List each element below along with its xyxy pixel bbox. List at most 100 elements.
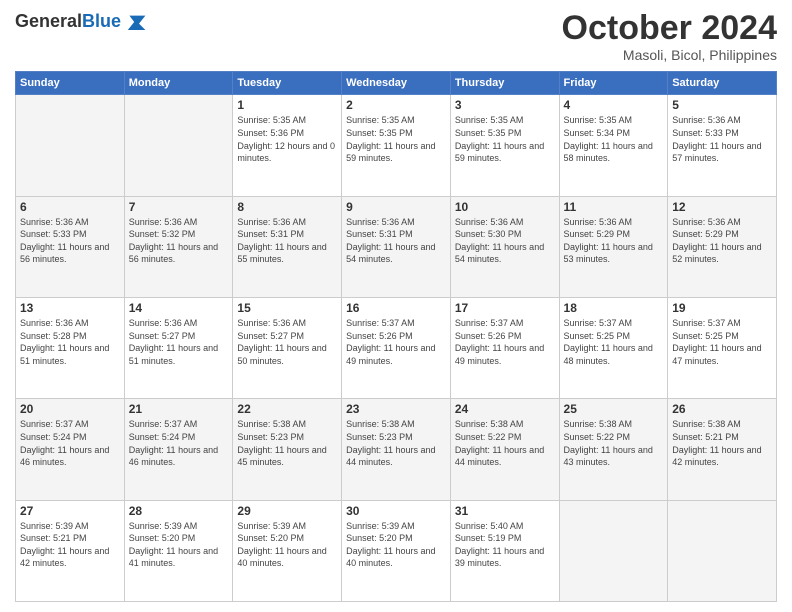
day-number: 9 (346, 200, 446, 214)
calendar-cell: 3Sunrise: 5:35 AMSunset: 5:35 PMDaylight… (450, 95, 559, 196)
day-info: Sunrise: 5:38 AMSunset: 5:23 PMDaylight:… (346, 418, 446, 468)
day-number: 6 (20, 200, 120, 214)
location: Masoli, Bicol, Philippines (562, 47, 777, 63)
calendar-cell: 27Sunrise: 5:39 AMSunset: 5:21 PMDayligh… (16, 500, 125, 601)
calendar-cell: 12 Sunrise: 5:36 AMSunset: 5:29 PMDayligh… (668, 196, 777, 297)
calendar-cell: 25 Sunrise: 5:38 AMSunset: 5:22 PMDayligh… (559, 399, 668, 500)
calendar-cell: 14 Sunrise: 5:36 AMSunset: 5:27 PMDayligh… (124, 298, 233, 399)
week-row-4: 20 Sunrise: 5:37 AMSunset: 5:24 PMDayligh… (16, 399, 777, 500)
day-number: 30 (346, 504, 446, 518)
day-info: Sunrise: 5:35 AMSunset: 5:34 PMDaylight:… (564, 114, 664, 164)
day-info: Sunrise: 5:36 AMSunset: 5:32 PMDaylight:… (129, 216, 229, 266)
calendar-cell (668, 500, 777, 601)
calendar-table: Sunday Monday Tuesday Wednesday Thursday… (15, 71, 777, 602)
week-row-2: 6 Sunrise: 5:36 AMSunset: 5:33 PMDaylight… (16, 196, 777, 297)
day-number: 11 (564, 200, 664, 214)
day-info: Sunrise: 5:38 AMSunset: 5:22 PMDaylight:… (564, 418, 664, 468)
calendar-cell: 5 Sunrise: 5:36 AMSunset: 5:33 PMDaylight… (668, 95, 777, 196)
calendar-cell: 2 Sunrise: 5:35 AMSunset: 5:35 PMDaylight… (342, 95, 451, 196)
logo-general: General (15, 11, 82, 31)
calendar-cell: 29 Sunrise: 5:39 AMSunset: 5:20 PMDayligh… (233, 500, 342, 601)
calendar-cell: 7 Sunrise: 5:36 AMSunset: 5:32 PMDaylight… (124, 196, 233, 297)
header: GeneralBlue October 2024 Masoli, Bicol, … (15, 10, 777, 63)
day-number: 28 (129, 504, 229, 518)
day-number: 5 (672, 98, 772, 112)
day-number: 2 (346, 98, 446, 112)
week-row-3: 13Sunrise: 5:36 AMSunset: 5:28 PMDayligh… (16, 298, 777, 399)
calendar-cell (124, 95, 233, 196)
day-number: 13 (20, 301, 120, 315)
calendar-cell: 23 Sunrise: 5:38 AMSunset: 5:23 PMDayligh… (342, 399, 451, 500)
month-title: October 2024 (562, 10, 777, 47)
day-info: Sunrise: 5:37 AMSunset: 5:24 PMDaylight:… (20, 418, 120, 468)
day-number: 1 (237, 98, 337, 112)
header-monday: Monday (124, 72, 233, 95)
calendar-cell: 30 Sunrise: 5:39 AMSunset: 5:20 PMDayligh… (342, 500, 451, 601)
day-info: Sunrise: 5:37 AMSunset: 5:25 PMDaylight:… (672, 317, 772, 367)
day-number: 16 (346, 301, 446, 315)
day-number: 22 (237, 402, 337, 416)
calendar-cell: 18Sunrise: 5:37 AMSunset: 5:25 PMDayligh… (559, 298, 668, 399)
calendar-cell: 19 Sunrise: 5:37 AMSunset: 5:25 PMDayligh… (668, 298, 777, 399)
logo-blue: Blue (82, 11, 121, 31)
day-info: Sunrise: 5:36 AMSunset: 5:33 PMDaylight:… (672, 114, 772, 164)
calendar-header-row: Sunday Monday Tuesday Wednesday Thursday… (16, 72, 777, 95)
logo-icon (123, 10, 147, 34)
day-info: Sunrise: 5:40 AMSunset: 5:19 PMDaylight:… (455, 520, 555, 570)
header-thursday: Thursday (450, 72, 559, 95)
calendar-cell: 26 Sunrise: 5:38 AMSunset: 5:21 PMDayligh… (668, 399, 777, 500)
logo: GeneralBlue (15, 10, 147, 34)
calendar-cell: 31 Sunrise: 5:40 AMSunset: 5:19 PMDayligh… (450, 500, 559, 601)
day-number: 18 (564, 301, 664, 315)
day-info: Sunrise: 5:36 AMSunset: 5:29 PMDaylight:… (672, 216, 772, 266)
day-number: 25 (564, 402, 664, 416)
day-info: Sunrise: 5:39 AMSunset: 5:20 PMDaylight:… (346, 520, 446, 570)
day-info: Sunrise: 5:35 AMSunset: 5:35 PMDaylight:… (346, 114, 446, 164)
day-info: Sunrise: 5:39 AMSunset: 5:20 PMDaylight:… (129, 520, 229, 570)
day-number: 15 (237, 301, 337, 315)
day-info: Sunrise: 5:37 AMSunset: 5:26 PMDaylight:… (346, 317, 446, 367)
day-number: 19 (672, 301, 772, 315)
day-info: Sunrise: 5:36 AMSunset: 5:31 PMDaylight:… (346, 216, 446, 266)
day-number: 27 (20, 504, 120, 518)
day-info: Sunrise: 5:36 AMSunset: 5:29 PMDaylight:… (564, 216, 664, 266)
day-info: Sunrise: 5:36 AMSunset: 5:30 PMDaylight:… (455, 216, 555, 266)
day-info: Sunrise: 5:36 AMSunset: 5:31 PMDaylight:… (237, 216, 337, 266)
calendar-cell: 1Sunrise: 5:35 AMSunset: 5:36 PMDaylight… (233, 95, 342, 196)
header-wednesday: Wednesday (342, 72, 451, 95)
calendar-cell (559, 500, 668, 601)
day-number: 20 (20, 402, 120, 416)
calendar-cell (16, 95, 125, 196)
day-info: Sunrise: 5:38 AMSunset: 5:22 PMDaylight:… (455, 418, 555, 468)
day-info: Sunrise: 5:36 AMSunset: 5:33 PMDaylight:… (20, 216, 120, 266)
calendar-cell: 21Sunrise: 5:37 AMSunset: 5:24 PMDayligh… (124, 399, 233, 500)
week-row-5: 27Sunrise: 5:39 AMSunset: 5:21 PMDayligh… (16, 500, 777, 601)
day-number: 23 (346, 402, 446, 416)
day-number: 26 (672, 402, 772, 416)
day-info: Sunrise: 5:38 AMSunset: 5:21 PMDaylight:… (672, 418, 772, 468)
day-number: 12 (672, 200, 772, 214)
calendar-cell: 6 Sunrise: 5:36 AMSunset: 5:33 PMDaylight… (16, 196, 125, 297)
calendar-cell: 9 Sunrise: 5:36 AMSunset: 5:31 PMDaylight… (342, 196, 451, 297)
calendar-cell: 11 Sunrise: 5:36 AMSunset: 5:29 PMDayligh… (559, 196, 668, 297)
day-info: Sunrise: 5:39 AMSunset: 5:20 PMDaylight:… (237, 520, 337, 570)
day-info: Sunrise: 5:36 AMSunset: 5:27 PMDaylight:… (129, 317, 229, 367)
day-number: 7 (129, 200, 229, 214)
page: GeneralBlue October 2024 Masoli, Bicol, … (0, 0, 792, 612)
calendar-cell: 20 Sunrise: 5:37 AMSunset: 5:24 PMDayligh… (16, 399, 125, 500)
day-number: 10 (455, 200, 555, 214)
calendar-cell: 22 Sunrise: 5:38 AMSunset: 5:23 PMDayligh… (233, 399, 342, 500)
day-number: 14 (129, 301, 229, 315)
day-info: Sunrise: 5:37 AMSunset: 5:24 PMDaylight:… (129, 418, 229, 468)
calendar-cell: 24 Sunrise: 5:38 AMSunset: 5:22 PMDayligh… (450, 399, 559, 500)
day-number: 24 (455, 402, 555, 416)
day-info: Sunrise: 5:38 AMSunset: 5:23 PMDaylight:… (237, 418, 337, 468)
calendar-cell: 8 Sunrise: 5:36 AMSunset: 5:31 PMDaylight… (233, 196, 342, 297)
day-number: 29 (237, 504, 337, 518)
day-number: 8 (237, 200, 337, 214)
week-row-1: 1Sunrise: 5:35 AMSunset: 5:36 PMDaylight… (16, 95, 777, 196)
day-number: 17 (455, 301, 555, 315)
day-number: 31 (455, 504, 555, 518)
day-number: 3 (455, 98, 555, 112)
calendar-cell: 10 Sunrise: 5:36 AMSunset: 5:30 PMDayligh… (450, 196, 559, 297)
